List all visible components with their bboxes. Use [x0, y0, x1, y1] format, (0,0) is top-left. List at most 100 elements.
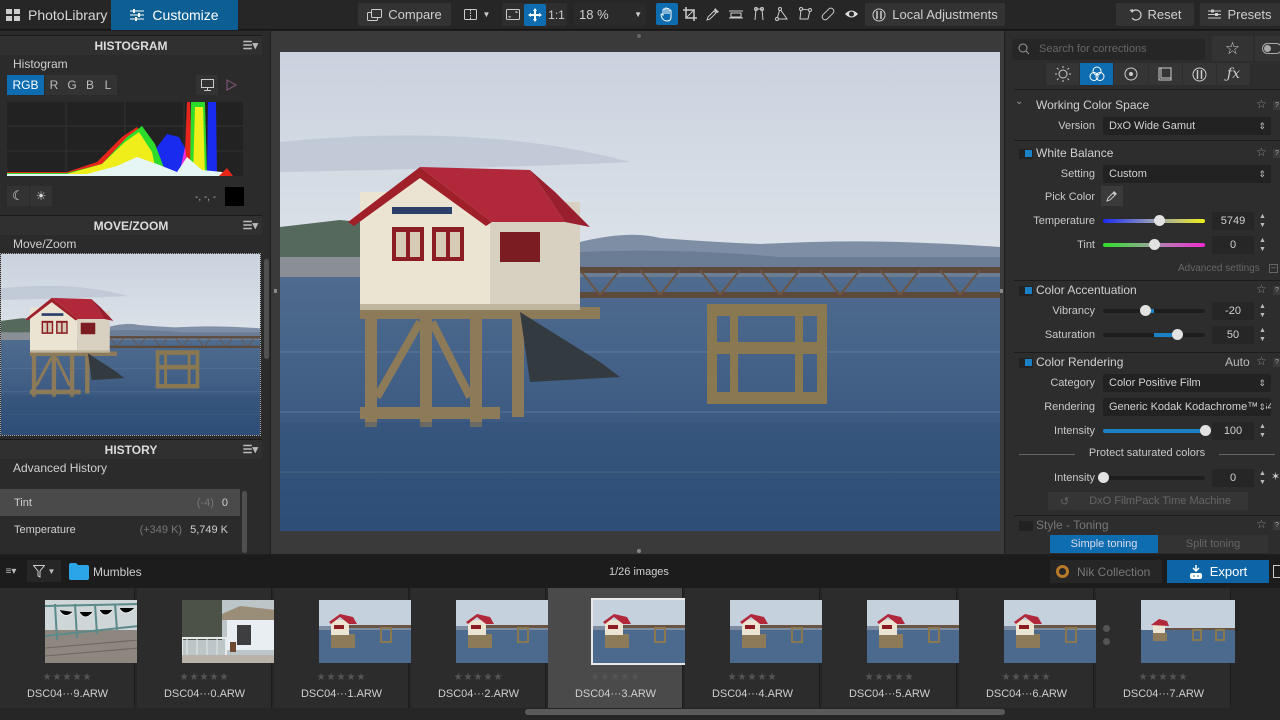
repair-tool-button[interactable] — [817, 3, 839, 25]
histogram-header[interactable]: HISTOGRAM ☰▾ — [0, 35, 262, 55]
history-item[interactable]: Temperature (+349 K) 5,749 K — [0, 516, 240, 543]
thumbnail-item[interactable]: ★★★★★ DSC04···7.ARW — [1096, 588, 1235, 708]
pick-color-button[interactable] — [1101, 186, 1123, 206]
channel-r-button[interactable]: R — [45, 75, 63, 95]
color-accentuation-title[interactable]: Color Accentuation — [1036, 283, 1137, 297]
star-outline-icon[interactable]: ☆ — [1256, 354, 1267, 368]
help-icon[interactable]: ? — [1273, 149, 1280, 158]
viewer-handle-top[interactable] — [637, 34, 641, 38]
working-color-space-title[interactable]: Working Color Space — [1036, 98, 1149, 112]
thumbnail-image[interactable] — [867, 600, 961, 663]
help-icon[interactable]: ? — [1273, 521, 1280, 530]
collapse-icon[interactable]: – — [1269, 264, 1278, 273]
perspective-4pt-button[interactable] — [771, 3, 793, 25]
red-eye-tool-button[interactable] — [840, 3, 862, 25]
thumbnail-image[interactable] — [1141, 600, 1235, 663]
palette-tab-local[interactable] — [1182, 63, 1216, 85]
search-input[interactable]: Search for corrections — [1012, 39, 1205, 60]
sort-dropdown[interactable]: ≡▾ — [0, 560, 22, 582]
viewer-handle-left[interactable] — [274, 289, 277, 293]
version-select[interactable]: DxO Wide Gamut ⇕ — [1103, 117, 1271, 135]
palette-tab-color[interactable] — [1080, 63, 1114, 85]
protect-intensity-slider[interactable] — [1098, 472, 1205, 483]
thumbnail-item[interactable]: ★★★★★ DSC04···3.ARW — [548, 588, 689, 708]
thumbnail-item[interactable]: ★★★★★ DSC04···5.ARW — [822, 588, 961, 708]
thumbnail-image[interactable] — [1004, 600, 1098, 663]
slider-thumb[interactable] — [1139, 305, 1151, 316]
compare-button[interactable]: Compare — [358, 3, 451, 26]
rating-stars[interactable]: ★★★★★ — [548, 672, 683, 683]
reset-button[interactable]: Reset — [1116, 3, 1194, 26]
saturation-input[interactable]: 50 — [1212, 326, 1254, 344]
local-adjustments-button[interactable]: Local Adjustments — [865, 3, 1005, 26]
folder-name[interactable]: Mumbles — [93, 565, 142, 579]
thumbnail-item[interactable]: ★★★★★ DSC04···1.ARW — [274, 588, 413, 708]
toggle-corrections[interactable] — [1255, 36, 1280, 61]
slider-thumb[interactable] — [1154, 215, 1166, 226]
saturation-slider[interactable] — [1103, 329, 1205, 340]
slider-thumb[interactable] — [1200, 425, 1211, 436]
display-clipping-button[interactable] — [196, 75, 218, 95]
color-rendering-title[interactable]: Color Rendering — [1036, 355, 1123, 369]
split-view-dropdown[interactable]: ▼ — [461, 3, 493, 26]
tint-stepper[interactable]: ▲ ▼ — [1258, 236, 1267, 254]
white-balance-toggle[interactable] — [1019, 149, 1033, 159]
filmpack-time-machine-button[interactable]: ↺ DxO FilmPack Time Machine — [1048, 492, 1248, 510]
palette-tab-light[interactable] — [1046, 63, 1080, 85]
advanced-settings-link[interactable]: Advanced settings — [1178, 263, 1260, 274]
move-zoom-button[interactable] — [524, 3, 546, 26]
thumbnail-item[interactable]: ★★★★★ DSC04···9.ARW — [0, 588, 139, 708]
star-outline-icon[interactable]: ☆ — [1256, 517, 1267, 531]
history-scrollbar[interactable] — [242, 491, 247, 553]
tab-customize[interactable]: Customize — [111, 0, 238, 30]
star-outline-icon[interactable]: ☆ — [1256, 282, 1267, 296]
intensity-input[interactable]: 100 — [1212, 422, 1254, 440]
thumbnail-image[interactable] — [456, 600, 550, 663]
color-accentuation-toggle[interactable] — [1019, 286, 1033, 296]
panel-menu-icon[interactable]: ☰▾ — [243, 36, 258, 56]
rating-stars[interactable]: ★★★★★ — [274, 672, 409, 683]
protect-intensity-stepper[interactable]: ▲ ▼ — [1258, 469, 1267, 487]
channel-g-button[interactable]: G — [63, 75, 81, 95]
style-toning-toggle[interactable] — [1019, 521, 1033, 531]
rendering-select[interactable]: Generic Kodak Kodachrome™ 64 ⇕ — [1103, 398, 1271, 416]
highlight-clipping-button[interactable]: ☀ — [30, 186, 52, 206]
simple-toning-tab[interactable]: Simple toning — [1050, 535, 1158, 553]
magic-wand-icon[interactable]: ✶ — [1271, 470, 1280, 483]
slider-thumb[interactable] — [1149, 239, 1160, 250]
tint-slider[interactable] — [1103, 239, 1205, 250]
presets-button[interactable]: Presets — [1200, 3, 1280, 26]
perspective-tool-button[interactable] — [748, 3, 770, 25]
rating-stars[interactable]: ★★★★★ — [1096, 672, 1231, 683]
crop-tool-button[interactable] — [679, 3, 701, 25]
horizon-tool-button[interactable] — [725, 3, 747, 25]
viewer-handle-bottom[interactable] — [637, 549, 641, 553]
fit-to-screen-button[interactable] — [502, 4, 524, 26]
slider-thumb[interactable] — [1172, 329, 1184, 340]
image-viewer[interactable] — [271, 31, 1004, 554]
protect-intensity-input[interactable]: 0 — [1212, 469, 1254, 487]
vibrancy-stepper[interactable]: ▲ ▼ — [1258, 302, 1267, 320]
tab-photolibrary[interactable]: PhotoLibrary — [0, 0, 111, 30]
history-item[interactable]: Tint (-4) 0 — [0, 489, 240, 516]
panel-menu-icon[interactable]: ☰▾ — [243, 440, 258, 460]
favorites-button[interactable]: ☆ — [1212, 36, 1253, 61]
slider-thumb[interactable] — [1098, 472, 1109, 483]
shadow-clipping-button[interactable]: ☾ — [7, 186, 29, 206]
chevron-down-icon[interactable]: ⌄ — [1015, 96, 1023, 107]
thumbnail-image[interactable] — [591, 598, 689, 665]
zoom-1to1-button[interactable]: 1:1 — [546, 4, 567, 26]
thumbnail-item[interactable]: ★★★★★ DSC04···0.ARW — [137, 588, 276, 708]
thumbnail-item[interactable]: ★★★★★ DSC04···6.ARW — [959, 588, 1098, 708]
thumbnail-image[interactable] — [319, 600, 413, 663]
palette-tab-effects[interactable]: ƒx — [1216, 63, 1251, 85]
thumbnail-image[interactable] — [45, 600, 139, 663]
movezoom-header[interactable]: MOVE/ZOOM ☰▾ — [0, 215, 262, 235]
more-icon[interactable] — [1273, 565, 1280, 578]
rating-stars[interactable]: ★★★★★ — [0, 672, 135, 683]
rating-stars[interactable]: ★★★★★ — [137, 672, 272, 683]
history-header[interactable]: HISTORY ☰▾ — [0, 439, 262, 459]
wb-setting-select[interactable]: Custom ⇕ — [1103, 165, 1271, 183]
thumbnail-image[interactable] — [730, 600, 824, 663]
saturation-stepper[interactable]: ▲ ▼ — [1258, 326, 1267, 344]
